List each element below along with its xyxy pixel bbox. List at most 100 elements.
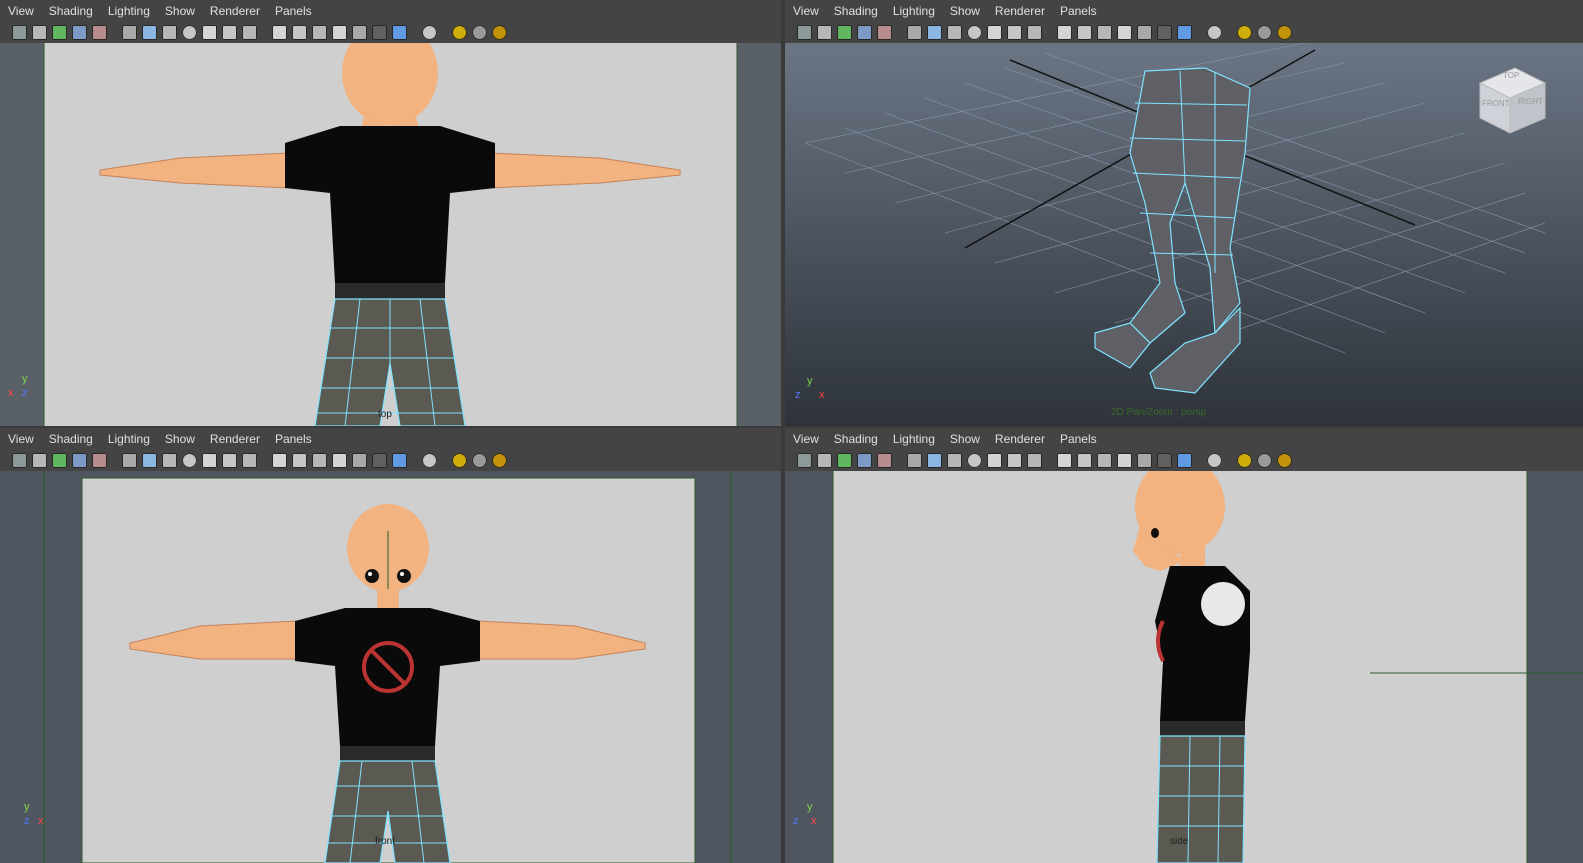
menu-lighting[interactable]: Lighting <box>893 4 935 18</box>
select-camera-icon[interactable] <box>1177 453 1192 468</box>
ao-icon[interactable] <box>272 25 287 40</box>
menu-shading[interactable]: Shading <box>834 432 878 446</box>
backface-icon[interactable] <box>332 453 347 468</box>
viewport-panel-side[interactable]: View Shading Lighting Show Renderer Pane… <box>785 428 1583 863</box>
camera-icon[interactable] <box>797 25 812 40</box>
shadows-icon[interactable] <box>222 25 237 40</box>
viewcube-front-label[interactable]: FRONT <box>1482 99 1510 108</box>
image-plane-icon[interactable] <box>857 25 872 40</box>
viewport-panel-top[interactable]: View Shading Lighting Show Renderer Pane… <box>0 0 781 426</box>
menu-shading[interactable]: Shading <box>49 4 93 18</box>
wireframe-icon[interactable] <box>122 453 137 468</box>
all-lights-icon[interactable] <box>372 25 387 40</box>
shadows-icon[interactable] <box>1007 25 1022 40</box>
bookmark-icon[interactable] <box>52 25 67 40</box>
lights-icon[interactable] <box>987 453 1002 468</box>
menu-shading[interactable]: Shading <box>834 4 878 18</box>
backface-icon[interactable] <box>1117 25 1132 40</box>
wireframe-icon[interactable] <box>122 25 137 40</box>
shade-all-icon[interactable] <box>947 453 962 468</box>
menu-show[interactable]: Show <box>950 4 980 18</box>
smooth-shade-icon[interactable] <box>142 25 157 40</box>
viewport-panel-persp[interactable]: View Shading Lighting Show Renderer Pane… <box>785 0 1583 426</box>
menu-view[interactable]: View <box>8 4 34 18</box>
menu-show[interactable]: Show <box>165 432 195 446</box>
bookmark-icon[interactable] <box>837 25 852 40</box>
isolate-icon[interactable] <box>1027 25 1042 40</box>
menu-panels[interactable]: Panels <box>1060 4 1097 18</box>
grid-icon[interactable] <box>877 25 892 40</box>
ao-icon[interactable] <box>272 453 287 468</box>
menu-renderer[interactable]: Renderer <box>995 4 1045 18</box>
grid-icon[interactable] <box>92 453 107 468</box>
lights-icon[interactable] <box>202 453 217 468</box>
shadows-icon[interactable] <box>1007 453 1022 468</box>
xray-icon[interactable] <box>1077 25 1092 40</box>
viewcube-top-label[interactable]: TOP <box>1503 71 1519 80</box>
field-chart-icon[interactable] <box>472 25 487 40</box>
safe-action-icon[interactable] <box>1277 25 1292 40</box>
textured-icon[interactable] <box>182 25 197 40</box>
select-camera-icon[interactable] <box>392 453 407 468</box>
menu-shading[interactable]: Shading <box>49 432 93 446</box>
menu-lighting[interactable]: Lighting <box>108 432 150 446</box>
menu-renderer[interactable]: Renderer <box>210 4 260 18</box>
field-chart-icon[interactable] <box>1257 453 1272 468</box>
smooth-shade-icon[interactable] <box>927 25 942 40</box>
textured-icon[interactable] <box>967 453 982 468</box>
ao-icon[interactable] <box>1057 453 1072 468</box>
field-chart-icon[interactable] <box>1257 25 1272 40</box>
image-plane-icon[interactable] <box>857 453 872 468</box>
resolution-gate-icon[interactable] <box>422 25 437 40</box>
menu-view[interactable]: View <box>8 432 34 446</box>
menu-lighting[interactable]: Lighting <box>108 4 150 18</box>
default-light-icon[interactable] <box>1137 453 1152 468</box>
isolate-icon[interactable] <box>242 453 257 468</box>
safe-action-icon[interactable] <box>1277 453 1292 468</box>
camera-attr-icon[interactable] <box>32 25 47 40</box>
camera-icon[interactable] <box>797 453 812 468</box>
menu-lighting[interactable]: Lighting <box>893 432 935 446</box>
grid-icon[interactable] <box>877 453 892 468</box>
film-gate-icon[interactable] <box>452 25 467 40</box>
isolate-icon[interactable] <box>242 25 257 40</box>
menu-panels[interactable]: Panels <box>275 432 312 446</box>
menu-view[interactable]: View <box>793 432 819 446</box>
default-light-icon[interactable] <box>352 25 367 40</box>
field-chart-icon[interactable] <box>472 453 487 468</box>
lights-icon[interactable] <box>202 25 217 40</box>
menu-renderer[interactable]: Renderer <box>995 432 1045 446</box>
viewport-panel-front[interactable]: View Shading Lighting Show Renderer Pane… <box>0 428 781 863</box>
menu-panels[interactable]: Panels <box>275 4 312 18</box>
menu-renderer[interactable]: Renderer <box>210 432 260 446</box>
shade-all-icon[interactable] <box>947 25 962 40</box>
backface-icon[interactable] <box>332 25 347 40</box>
all-lights-icon[interactable] <box>1157 25 1172 40</box>
ao-icon[interactable] <box>1057 25 1072 40</box>
menu-show[interactable]: Show <box>950 432 980 446</box>
viewport-side[interactable]: side y z x <box>785 471 1583 863</box>
menu-panels[interactable]: Panels <box>1060 432 1097 446</box>
image-plane-icon[interactable] <box>72 25 87 40</box>
smooth-shade-icon[interactable] <box>927 453 942 468</box>
xray-icon[interactable] <box>292 25 307 40</box>
safe-action-icon[interactable] <box>492 25 507 40</box>
bookmark-icon[interactable] <box>837 453 852 468</box>
camera-attr-icon[interactable] <box>817 25 832 40</box>
image-plane-icon[interactable] <box>72 453 87 468</box>
camera-icon[interactable] <box>12 453 27 468</box>
xray-icon[interactable] <box>292 453 307 468</box>
all-lights-icon[interactable] <box>372 453 387 468</box>
default-light-icon[interactable] <box>352 453 367 468</box>
xray-icon[interactable] <box>1077 453 1092 468</box>
film-gate-icon[interactable] <box>452 453 467 468</box>
xray-joints-icon[interactable] <box>312 453 327 468</box>
bookmark-icon[interactable] <box>52 453 67 468</box>
all-lights-icon[interactable] <box>1157 453 1172 468</box>
select-camera-icon[interactable] <box>1177 25 1192 40</box>
smooth-shade-icon[interactable] <box>142 453 157 468</box>
camera-attr-icon[interactable] <box>817 453 832 468</box>
camera-icon[interactable] <box>12 25 27 40</box>
xray-joints-icon[interactable] <box>1097 453 1112 468</box>
shade-all-icon[interactable] <box>162 25 177 40</box>
